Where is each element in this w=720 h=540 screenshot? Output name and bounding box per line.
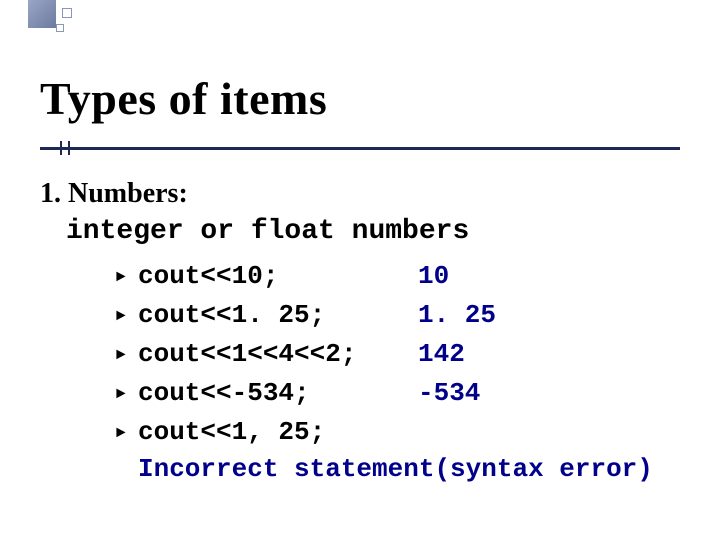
triangle-bullet-icon: ► (116, 382, 138, 406)
code-snippet: cout<<-534; (138, 374, 418, 413)
section-subtitle: integer or float numbers (66, 213, 680, 251)
code-snippet: cout<<1. 25; (138, 296, 418, 335)
slide-title: Types of items (40, 72, 327, 125)
list-item: ► cout<<10; 10 (116, 257, 680, 296)
example-list: ► cout<<10; 10 ► cout<<1. 25; 1. 25 ► co… (116, 257, 680, 452)
deco-square-filled (28, 0, 56, 28)
triangle-bullet-icon: ► (116, 421, 138, 445)
code-snippet: cout<<10; (138, 257, 418, 296)
title-underline (40, 147, 680, 150)
code-snippet: cout<<1<<4<<2; (138, 335, 418, 374)
slide-body: 1. Numbers: integer or float numbers ► c… (40, 175, 680, 487)
section-number: 1. (40, 178, 61, 209)
code-output: -534 (418, 374, 480, 413)
deco-square-outline (56, 24, 64, 32)
error-message: Incorrect statement(syntax error) (138, 452, 680, 487)
slide-decoration (28, 0, 84, 40)
list-item: ► cout<<1, 25; (116, 413, 680, 452)
code-output: 10 (418, 257, 449, 296)
triangle-bullet-icon: ► (116, 343, 138, 367)
deco-square-outline (62, 8, 72, 18)
triangle-bullet-icon: ► (116, 265, 138, 289)
list-item: ► cout<<-534; -534 (116, 374, 680, 413)
list-item: ► cout<<1. 25; 1. 25 (116, 296, 680, 335)
code-snippet: cout<<1, 25; (138, 413, 418, 452)
underline-tick (60, 141, 70, 155)
code-output: 1. 25 (418, 296, 496, 335)
code-output: 142 (418, 335, 465, 374)
section-title: Numbers: (68, 178, 188, 209)
section-heading: 1. Numbers: (40, 175, 680, 213)
triangle-bullet-icon: ► (116, 304, 138, 328)
list-item: ► cout<<1<<4<<2; 142 (116, 335, 680, 374)
